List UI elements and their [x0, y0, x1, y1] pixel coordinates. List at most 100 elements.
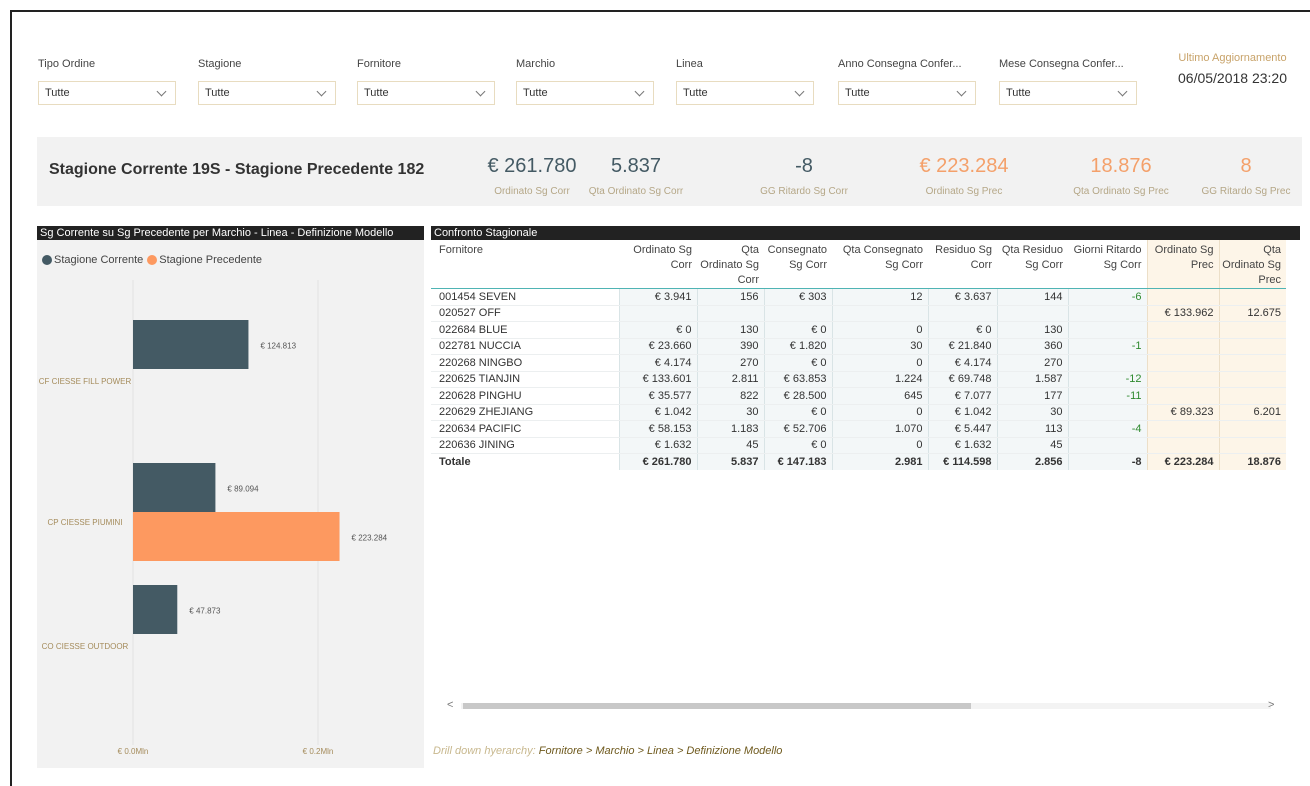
table-cell	[763, 305, 832, 322]
table-cell: 0	[831, 354, 928, 372]
table-cell: € 35.577	[618, 387, 697, 405]
table-cell	[1218, 371, 1286, 388]
table-cell: 18.876	[1218, 453, 1286, 470]
kpi-value: € 223.284	[919, 155, 1009, 177]
slicer-value: Tutte	[683, 87, 708, 99]
slicer-label: Stagione	[198, 58, 242, 70]
table-panel-title: Confronto Stagionale	[431, 226, 1300, 240]
legend-item-previous[interactable]: Stagione Precedente	[147, 254, 262, 266]
table-cell: 156	[696, 288, 764, 306]
slicer: Marchio Tutte	[516, 58, 654, 105]
kpi-value: -8	[795, 155, 813, 177]
column-header[interactable]: Giorni Ritardo Sg Corr	[1068, 240, 1147, 289]
table-cell: € 3.637	[927, 288, 997, 306]
table-horizontal-scrollbar[interactable]: < >	[431, 699, 1300, 713]
bar-previous	[133, 512, 340, 561]
table-cell	[1146, 288, 1219, 306]
column-header[interactable]: Residuo Sg Corr	[928, 240, 997, 289]
table-cell: -6	[1067, 288, 1147, 306]
column-header[interactable]: Qta Ordinato Sg Corr	[697, 240, 764, 289]
column-header[interactable]: Consegnato Sg Corr	[764, 240, 832, 289]
kpi-label: GG Ritardo Sg Prec	[1201, 186, 1291, 197]
supplier-cell: 220268 NINGBO	[431, 354, 619, 372]
supplier-cell: 220628 PINGHU	[431, 387, 619, 405]
slicer-dropdown[interactable]: Tutte	[838, 81, 976, 105]
table-cell: € 147.183	[763, 453, 832, 470]
table-row[interactable]: 022781 NUCCIA € 23.660 390 € 1.820 30 € 21.84…	[431, 338, 1286, 355]
column-header[interactable]: Qta Consegnato Sg Corr	[832, 240, 928, 289]
data-label: € 47.873	[189, 607, 221, 616]
bar-chart-panel[interactable]: € 0.0Mln € 0.2Mln CF CIESSE FILL POWER € 12…	[37, 240, 424, 768]
legend-label: Stagione Corrente	[54, 254, 144, 266]
scrollbar-thumb[interactable]	[463, 703, 971, 709]
slicer-dropdown[interactable]: Tutte	[516, 81, 654, 105]
table-row[interactable]: 220628 PINGHU € 35.577 822 € 28.500 645 € 7.0…	[431, 387, 1286, 405]
slicer-value: Tutte	[845, 87, 870, 99]
table-cell	[1146, 387, 1219, 405]
drill-path: Fornitore > Marchio > Linea > Definizion…	[538, 745, 783, 757]
slicer: Linea Tutte	[676, 58, 814, 105]
category-label: CP CIESSE PIUMINI	[48, 518, 123, 527]
legend-item-current[interactable]: Stagione Corrente	[42, 254, 143, 266]
table-cell: 12	[831, 288, 928, 306]
scroll-right-arrow[interactable]: >	[1268, 699, 1274, 711]
table-cell: € 4.174	[618, 354, 697, 372]
table-cell	[696, 305, 764, 322]
table-cell: € 133.962	[1146, 305, 1219, 322]
table-cell	[1146, 437, 1219, 454]
table-cell: € 58.153	[618, 420, 697, 438]
table-row[interactable]: 020527 OFF € 133.962 12.675	[431, 305, 1286, 322]
table-row[interactable]: 220268 NINGBO € 4.174 270 € 0 0 € 4.174 270	[431, 354, 1286, 372]
slicer-label: Mese Consegna Confer...	[999, 58, 1124, 70]
table-cell: € 0	[763, 354, 832, 372]
table-row[interactable]: 220634 PACIFIC € 58.153 1.183 € 52.706 1.070…	[431, 420, 1286, 438]
table-cell: 2.856	[996, 453, 1068, 470]
table-cell	[1218, 338, 1286, 355]
table-cell: € 5.447	[927, 420, 997, 438]
table-row[interactable]: 220636 JINING € 1.632 45 € 0 0 € 1.632 45	[431, 437, 1286, 454]
column-header[interactable]: Fornitore	[431, 240, 619, 289]
bar-current	[133, 320, 249, 369]
slicer-label: Anno Consegna Confer...	[838, 58, 962, 70]
slicer-dropdown[interactable]: Tutte	[676, 81, 814, 105]
column-header[interactable]: Qta Ordinato Sg Prec	[1218, 240, 1286, 289]
table-row[interactable]: 220625 TIANJIN € 133.601 2.811 € 63.853 1.22…	[431, 371, 1286, 388]
comparison-table: Fornitore Ordinato Sg Corr Qta Ordinato Sg…	[431, 240, 1286, 470]
table-cell: € 63.853	[763, 371, 832, 388]
slicer-dropdown[interactable]: Tutte	[357, 81, 495, 105]
table-cell: 130	[696, 321, 764, 339]
table-cell: 645	[831, 387, 928, 405]
table-header-row: Fornitore Ordinato Sg Corr Qta Ordinato Sg…	[431, 240, 1286, 289]
column-header[interactable]: Qta Residuo Sg Corr	[997, 240, 1068, 289]
scroll-left-arrow[interactable]: <	[447, 699, 453, 711]
supplier-cell: 020527 OFF	[431, 305, 619, 322]
table-cell: € 1.042	[927, 404, 997, 421]
table-cell: 144	[996, 288, 1068, 306]
drill-down-hint: Drill down hyerarchy: Fornitore > Marchi…	[433, 745, 782, 757]
table-cell: € 3.941	[618, 288, 697, 306]
slicer-value: Tutte	[364, 87, 389, 99]
table-total-row[interactable]: Totale € 261.780 5.837 € 147.183 2.981 € 114.…	[431, 453, 1286, 470]
table-cell: -8	[1067, 453, 1147, 470]
slicer-dropdown[interactable]: Tutte	[38, 81, 176, 105]
table-cell: 177	[996, 387, 1068, 405]
slicer: Tipo Ordine Tutte	[38, 58, 176, 105]
chevron-down-icon	[956, 86, 967, 96]
table-cell	[1067, 404, 1147, 421]
table-row[interactable]: 001454 SEVEN € 3.941 156 € 303 12 € 3.637 144-…	[431, 288, 1286, 306]
category-label: CF CIESSE FILL POWER	[39, 377, 132, 386]
table-row[interactable]: 220629 ZHEJIANG € 1.042 30 € 0 0 € 1.042 30 € 8…	[431, 404, 1286, 421]
slicer-dropdown[interactable]: Tutte	[999, 81, 1137, 105]
column-header[interactable]: Ordinato Sg Corr	[619, 240, 697, 289]
table-cell: 30	[696, 404, 764, 421]
data-label: € 124.813	[260, 342, 296, 351]
table-cell	[1218, 354, 1286, 372]
data-label: € 223.284	[352, 534, 388, 543]
comparison-table-panel: Fornitore Ordinato Sg Corr Qta Ordinato Sg…	[431, 240, 1300, 720]
chevron-down-icon	[156, 86, 167, 96]
column-header[interactable]: Ordinato Sg Prec	[1146, 240, 1219, 289]
table-row[interactable]: 022684 BLUE € 0 130 € 0 0 € 0 130	[431, 321, 1286, 339]
kpi-label: Qta Ordinato Sg Corr	[588, 186, 684, 197]
slicer-dropdown[interactable]: Tutte	[198, 81, 336, 105]
table-cell: 0	[831, 404, 928, 421]
